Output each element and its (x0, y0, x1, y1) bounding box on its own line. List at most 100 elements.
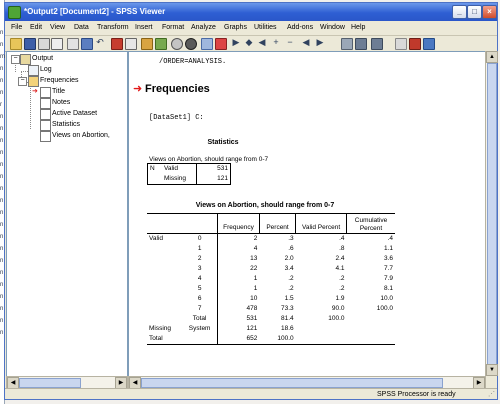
edge-mark: n (0, 258, 4, 264)
outline-pane[interactable]: − Output Log − Frequencies ➜ Title Notes… (6, 51, 128, 378)
outline-node-active-dataset[interactable]: Active Dataset (52, 110, 97, 117)
table-row: Total 531 81.4 100.0 (147, 314, 395, 324)
collapse-icon[interactable]: − (285, 37, 295, 47)
row-valid-percent: .2 (339, 285, 345, 292)
row-group (147, 294, 182, 304)
stats-empty-label (148, 174, 163, 185)
insert-title-icon[interactable] (341, 38, 353, 50)
menu-utilities[interactable]: Utilities (254, 24, 277, 31)
row-valid-percent: 4.1 (335, 265, 345, 272)
menu-format[interactable]: Format (162, 24, 184, 31)
outline-scroll-thumb[interactable] (19, 378, 81, 388)
menu-help[interactable]: Help (351, 24, 365, 31)
pivot-icon[interactable] (371, 38, 383, 50)
outline-node-views-on-abortion[interactable]: Views on Abortion, (52, 132, 110, 139)
content-scroll-thumb[interactable] (141, 378, 443, 388)
promote-icon[interactable]: ◆ (244, 37, 254, 47)
statistics-variable-label: Views on Abortion, should range from 0-7 (149, 156, 269, 163)
insert-heading-icon[interactable] (201, 38, 213, 50)
menu-transform[interactable]: Transform (97, 24, 129, 31)
dataset-label: [DataSet1] C: (149, 114, 204, 122)
chart-builder-icon[interactable] (395, 38, 407, 50)
dialog-recall-icon[interactable] (81, 38, 93, 50)
vertical-scroll-thumb[interactable] (487, 63, 497, 365)
row-cumulative-percent: 7.7 (383, 265, 393, 272)
row-percent: 81.4 (281, 315, 294, 322)
scroll-down-button[interactable]: ▼ (486, 364, 498, 376)
output-content-pane[interactable]: /ORDER=ANALYSIS. ➜ Frequencies [DataSet1… (128, 51, 486, 378)
table-row: Missing 121 (148, 174, 231, 185)
use-sets-icon[interactable] (155, 38, 167, 50)
menu-data[interactable]: Data (74, 24, 89, 31)
close-button[interactable]: × (482, 5, 497, 19)
menu-analyze[interactable]: Analyze (191, 24, 216, 31)
goto-case-icon[interactable] (125, 38, 137, 50)
outline-node-title[interactable]: Title (52, 88, 65, 95)
header-percent: Percent (258, 213, 296, 234)
print-icon[interactable] (38, 38, 50, 50)
menu-edit[interactable]: Edit (30, 24, 42, 31)
menu-view[interactable]: View (50, 24, 65, 31)
status-bar: SPSS Processor is ready ⋰ (5, 388, 497, 400)
frequencies-heading[interactable]: Frequencies (145, 83, 210, 95)
forward-icon[interactable]: ▶ (231, 37, 241, 47)
log-icon (28, 65, 39, 76)
menu-insert[interactable]: Insert (135, 24, 153, 31)
toolbar: ↶ ▶ ◆ ◀ + − ◀ ▶ (5, 36, 497, 52)
vertical-scrollbar[interactable]: ▲ ▼ (485, 51, 498, 376)
row-group: Missing (149, 325, 172, 332)
insert-object-icon[interactable] (423, 38, 435, 50)
row-frequency: 531 (217, 314, 260, 324)
scroll-up-button[interactable]: ▲ (486, 51, 498, 63)
print-preview-icon[interactable] (51, 38, 63, 50)
outline-node-log[interactable]: Log (40, 66, 52, 73)
resize-grip-icon[interactable]: ⋰ (488, 390, 495, 398)
goto-data-icon[interactable] (111, 38, 123, 50)
menu-add-ons[interactable]: Add-ons (287, 24, 313, 31)
maximize-button[interactable]: □ (467, 5, 482, 19)
row-percent: 100.0 (277, 335, 294, 342)
insert-text-icon[interactable] (355, 38, 367, 50)
insert-chart-icon[interactable] (409, 38, 421, 50)
spss-app-icon (8, 6, 21, 19)
table-row: 4 1 .2 .2 7.9 (147, 274, 395, 284)
undo-icon[interactable]: ↶ (95, 37, 105, 47)
menu-window[interactable]: Window (320, 24, 345, 31)
outline-node-output[interactable]: Output (32, 55, 53, 62)
outline-node-notes[interactable]: Notes (52, 99, 70, 106)
minimize-button[interactable]: _ (452, 5, 467, 19)
menu-graphs[interactable]: Graphs (224, 24, 247, 31)
collapse-output-toggle[interactable]: − (11, 55, 20, 64)
row-cumulative-percent: 3.6 (383, 255, 393, 262)
statistics-table[interactable]: N Valid 531 Missing 121 (147, 163, 231, 185)
processor-status: SPSS Processor is ready (377, 391, 456, 398)
show-all-icon[interactable] (185, 38, 197, 50)
collapse-frequencies-toggle[interactable]: − (18, 77, 27, 86)
variables-icon[interactable] (141, 38, 153, 50)
row-cumulative-percent: 7.9 (383, 275, 393, 282)
outline-node-statistics[interactable]: Statistics (52, 121, 80, 128)
export-icon[interactable] (67, 38, 79, 50)
table-row: Total 652 100.0 (147, 334, 395, 345)
row-frequency: 10 (217, 294, 260, 304)
demote-icon[interactable]: ◀ (257, 37, 267, 47)
frequency-table[interactable]: Frequency Percent Valid Percent Cumulati… (147, 213, 395, 345)
menu-file[interactable]: File (11, 24, 22, 31)
row-valid-percent (296, 334, 347, 345)
open-icon[interactable] (10, 38, 22, 50)
row-category (182, 334, 218, 345)
hide-icon[interactable]: ▶ (315, 37, 325, 47)
expand-icon[interactable]: + (271, 37, 281, 47)
table-row: Valid 0 2 .3 .4 .4 (147, 233, 395, 244)
row-percent: .2 (288, 275, 294, 282)
show-icon[interactable]: ◀ (301, 37, 311, 47)
back-icon[interactable] (215, 38, 227, 50)
designate-window-icon[interactable] (171, 38, 183, 50)
edge-mark: n (0, 162, 4, 168)
outline-node-frequencies[interactable]: Frequencies (40, 77, 79, 84)
row-group: Valid (149, 235, 163, 242)
save-icon[interactable] (24, 38, 36, 50)
row-cumulative-percent: 8.1 (383, 285, 393, 292)
title-bar[interactable]: *Output2 [Document2] - SPSS Viewer _ □ × (5, 3, 497, 21)
frequency-table-title: Views on Abortion, should range from 0-7 (195, 202, 335, 209)
